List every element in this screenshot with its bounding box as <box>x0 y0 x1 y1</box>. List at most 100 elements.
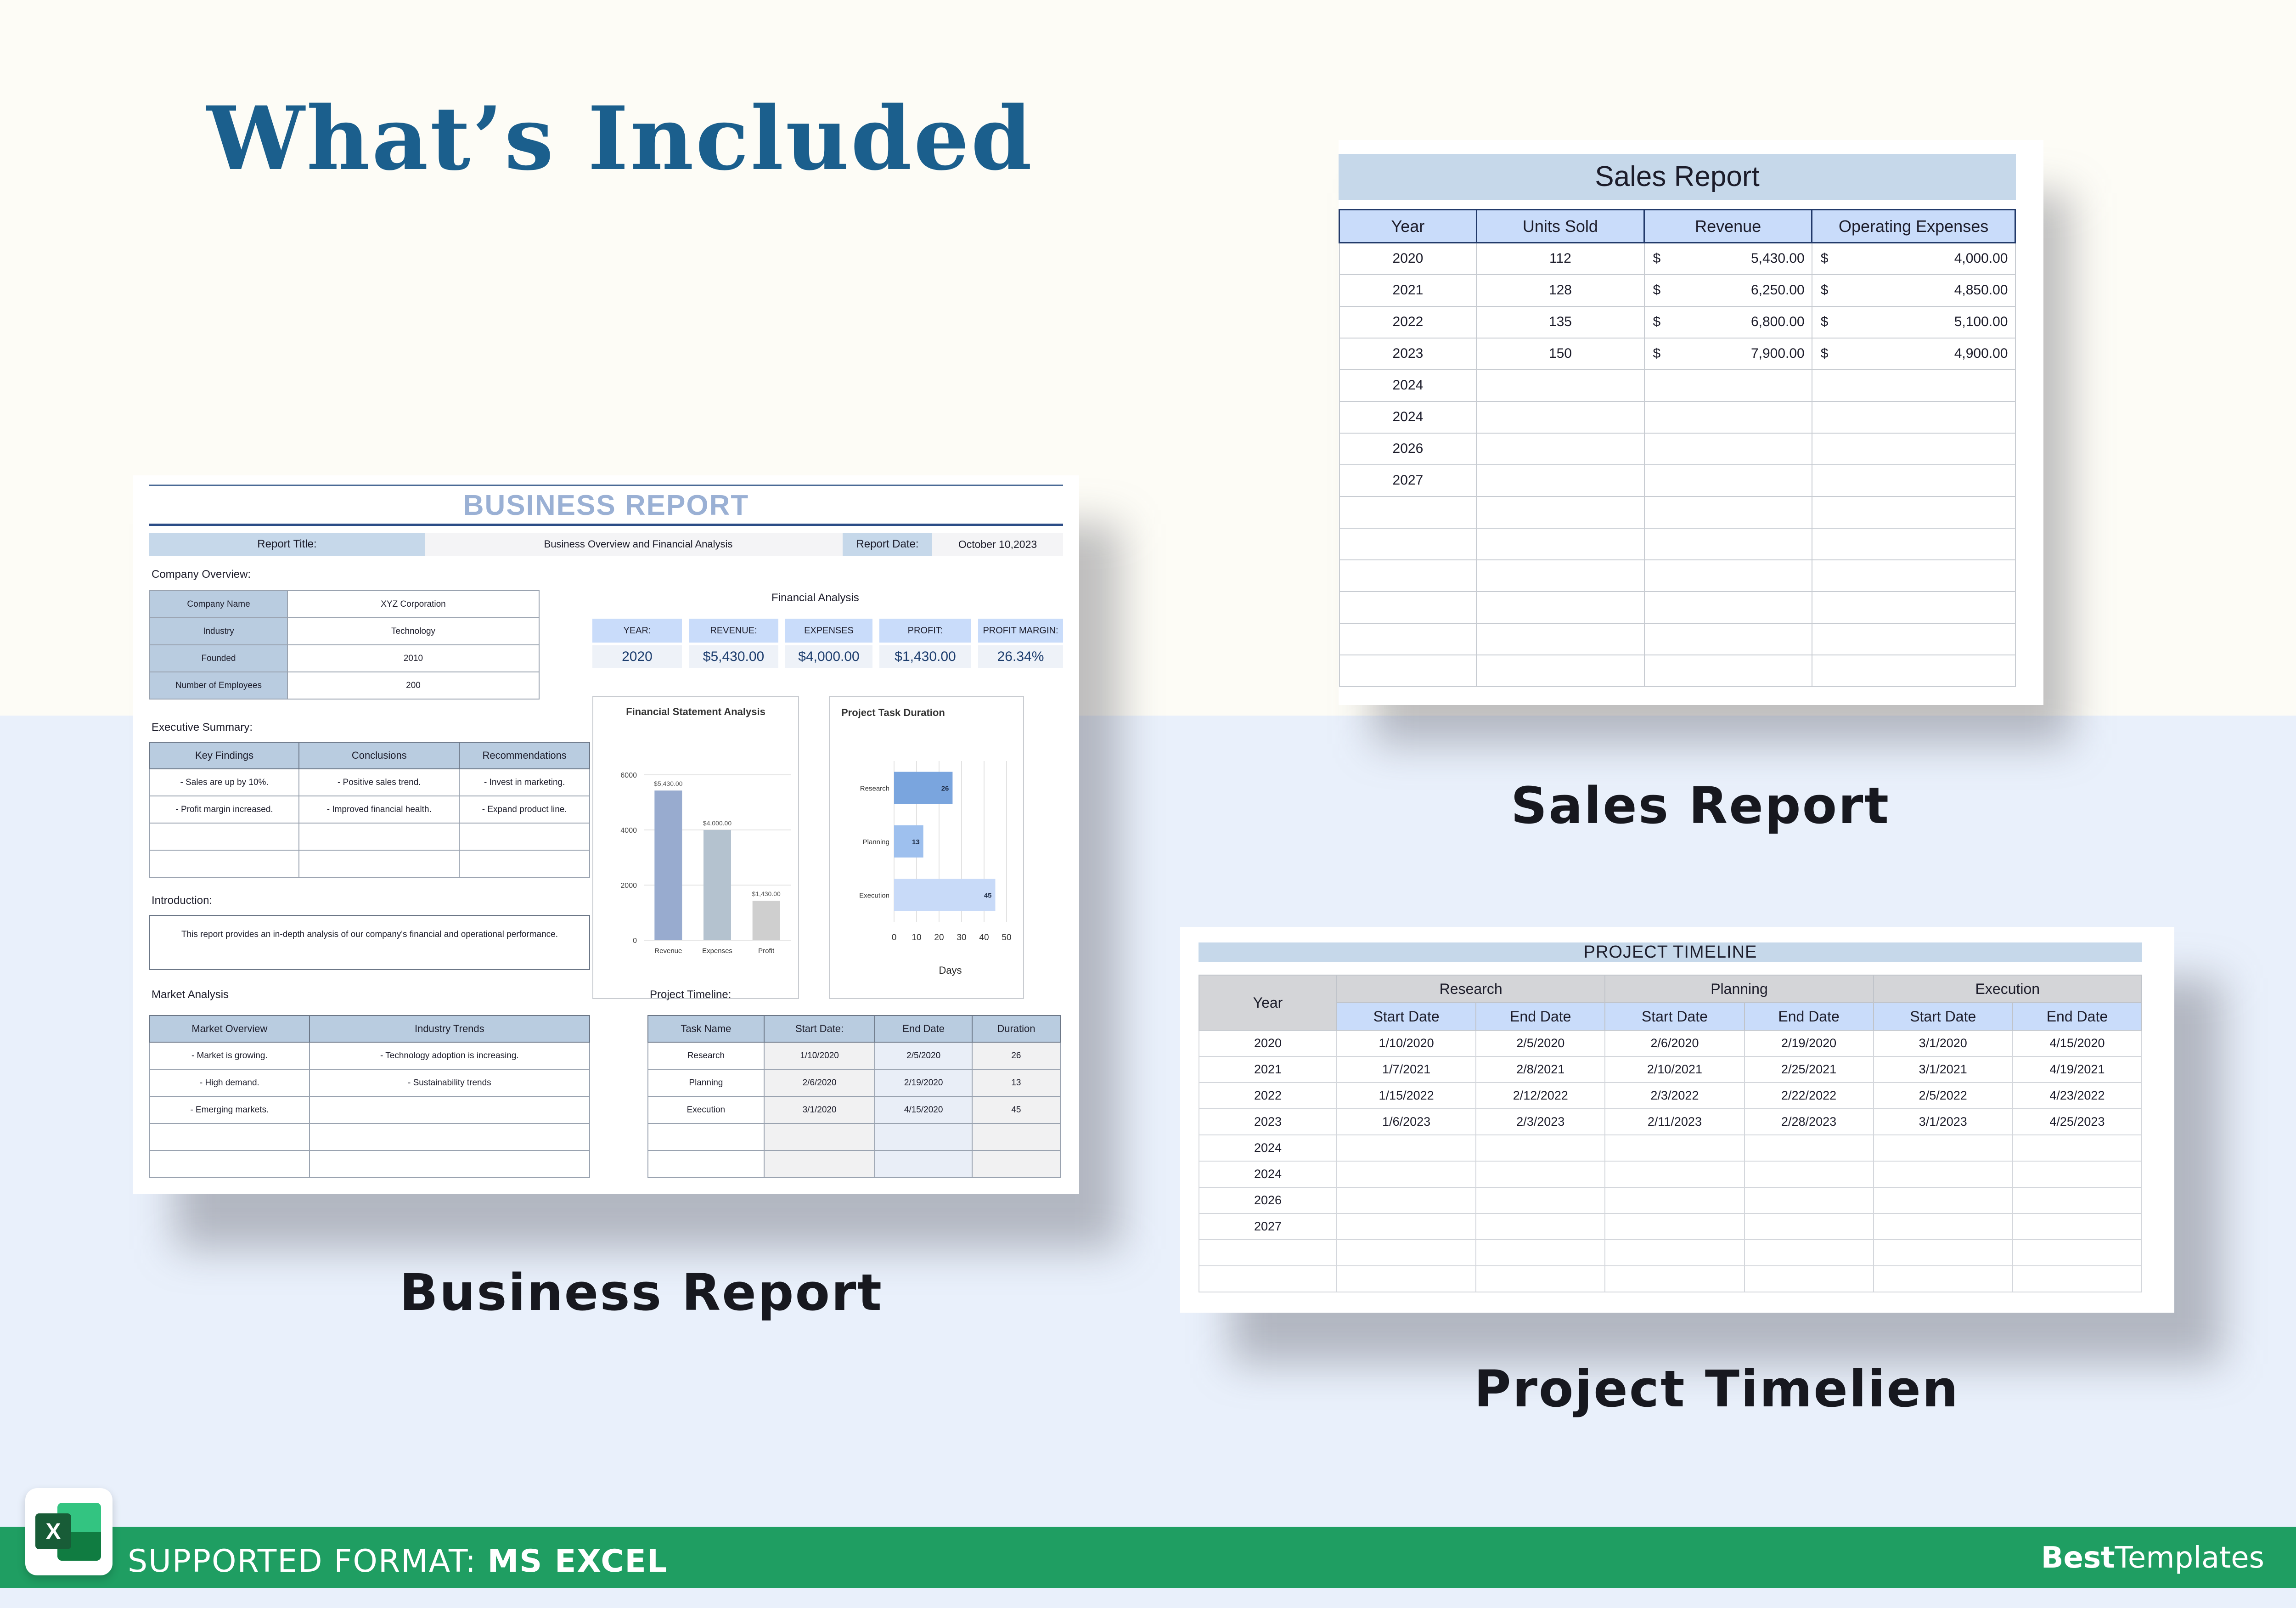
table-cell: 4/15/2020 <box>2012 1030 2143 1057</box>
table-cell: - Improved financial health. <box>298 796 460 824</box>
year-cell: 2020 <box>1339 242 1477 275</box>
table-cell: 2/6/2020 <box>763 1069 876 1097</box>
timeline-header: Task Name <box>647 1015 765 1043</box>
table-cell: 3/1/2021 <box>1873 1056 2013 1083</box>
currency-symbol: $ <box>1820 282 1829 298</box>
table-cell <box>1336 1134 1477 1162</box>
table-cell <box>1744 1134 1874 1162</box>
units-cell <box>1476 559 1645 592</box>
x-tick-label: 20 <box>934 933 944 942</box>
table-row: 2024 <box>1199 1134 2143 1162</box>
sub-header: End Date <box>1744 1002 1874 1031</box>
table-row <box>149 1123 591 1151</box>
financial-analysis-label: Financial Analysis <box>771 592 859 604</box>
money-cell <box>1811 401 2016 434</box>
table-cell <box>298 823 460 851</box>
brand-logo-rest: Templates <box>2115 1541 2264 1575</box>
money-cell <box>1643 654 1812 687</box>
money-cell: $5,100.00 <box>1811 305 2016 339</box>
table-row: 2020 112 $5,430.00 $4,000.00 <box>1339 242 2016 275</box>
title-rule-top <box>149 485 1063 486</box>
money-cell: $6,800.00 <box>1643 305 1812 339</box>
data-label: 45 <box>984 892 992 900</box>
table-cell <box>1475 1161 1606 1188</box>
data-label: 26 <box>941 784 949 792</box>
table-cell <box>149 1150 310 1178</box>
money-value: 6,250.00 <box>1750 282 1805 298</box>
x-tick-label: 40 <box>979 933 989 942</box>
units-cell <box>1476 401 1645 434</box>
table-row <box>149 823 590 851</box>
table-cell <box>1744 1161 1874 1188</box>
table-cell <box>1604 1161 1745 1188</box>
y-tick-label: 6000 <box>620 772 637 779</box>
table-row <box>149 850 590 878</box>
sub-header: Start Date <box>1873 1002 2013 1031</box>
currency-symbol: $ <box>1653 251 1661 266</box>
table-cell: 4/23/2022 <box>2012 1082 2143 1109</box>
company-key: Founded <box>149 644 288 672</box>
table-cell <box>1336 1239 1477 1266</box>
table-cell <box>763 1123 876 1151</box>
table-row: 2021 128 $6,250.00 $4,850.00 <box>1339 274 2016 307</box>
money-cell: $6,250.00 <box>1643 274 1812 307</box>
duration-chart-plot: 0 10 20 30 40 50 26 Research 13 Planning 45 Executi… <box>859 761 1012 976</box>
table-cell: Research <box>647 1042 765 1070</box>
project-timeline-mini-table: Task Name Start Date: End Date Duration Rese… <box>647 1015 1061 1178</box>
table-cell <box>149 850 300 878</box>
table-cell <box>1336 1213 1477 1240</box>
table-cell: 2020 <box>1199 1030 1337 1057</box>
money-value: 7,900.00 <box>1750 346 1805 361</box>
table-row <box>149 1150 591 1178</box>
units-cell: 135 <box>1476 305 1645 339</box>
table-cell: 3/1/2020 <box>763 1096 876 1124</box>
table-cell <box>874 1150 973 1178</box>
money-value: 4,000.00 <box>1954 251 2008 266</box>
table-cell: Planning <box>647 1069 765 1097</box>
table-cell: 2023 <box>1199 1108 1337 1135</box>
executive-summary-table: Key Findings Conclusions Recommendations - … <box>149 742 590 878</box>
table-row: 2024 <box>1339 369 2016 402</box>
table-cell: 2/5/2022 <box>1873 1082 2013 1109</box>
table-cell: 2/11/2023 <box>1604 1108 1745 1135</box>
table-cell: 2/6/2020 <box>1604 1030 1745 1057</box>
money-cell <box>1643 559 1812 592</box>
sales-header-cell: Operating Expenses <box>1811 209 2016 243</box>
table-cell <box>1744 1213 1874 1240</box>
units-cell: 150 <box>1476 337 1645 370</box>
money-cell: $4,850.00 <box>1811 274 2016 307</box>
data-label: $4,000.00 <box>703 819 732 827</box>
money-cell <box>1643 496 1812 529</box>
units-cell <box>1476 622 1645 655</box>
supported-format-prefix: SUPPORTED FORMAT: <box>128 1543 488 1580</box>
excel-icon-letter: X <box>35 1513 71 1549</box>
market-header: Industry Trends <box>309 1015 591 1043</box>
table-cell <box>1604 1134 1745 1162</box>
table-cell: 2/28/2023 <box>1744 1108 1874 1135</box>
table-cell: - Positive sales trend. <box>298 768 460 796</box>
money-cell <box>1643 401 1812 434</box>
table-row: - Market is growing. - Technology adoptio… <box>149 1042 591 1070</box>
table-row: 2022 1/15/2022 2/12/2022 2/3/2022 2/22/2022 2… <box>1199 1082 2143 1109</box>
project-timeline-title: PROJECT TIMELINE <box>1199 942 2142 962</box>
money-cell <box>1811 369 2016 402</box>
table-row <box>1339 559 2016 592</box>
table-cell <box>298 850 460 878</box>
kpi-label: YEAR: <box>592 619 682 643</box>
money-value: 4,850.00 <box>1954 282 2008 298</box>
table-cell <box>1475 1134 1606 1162</box>
table-row: - Profit margin increased. - Improved fin… <box>149 796 590 824</box>
table-cell: - Profit margin increased. <box>149 796 300 824</box>
units-cell <box>1476 496 1645 529</box>
table-cell: 26 <box>971 1042 1061 1070</box>
units-cell <box>1476 654 1645 687</box>
table-cell <box>647 1150 765 1178</box>
business-report-title: BUSINESS REPORT <box>463 490 749 521</box>
table-row: 2027 <box>1199 1213 2143 1240</box>
table-cell: - Invest in marketing. <box>459 768 590 796</box>
bar <box>654 790 682 940</box>
y-tick-label: Execution <box>859 892 889 900</box>
table-cell: 2/3/2022 <box>1604 1082 1745 1109</box>
money-cell <box>1811 622 2016 655</box>
timeline-header: End Date <box>874 1015 973 1043</box>
